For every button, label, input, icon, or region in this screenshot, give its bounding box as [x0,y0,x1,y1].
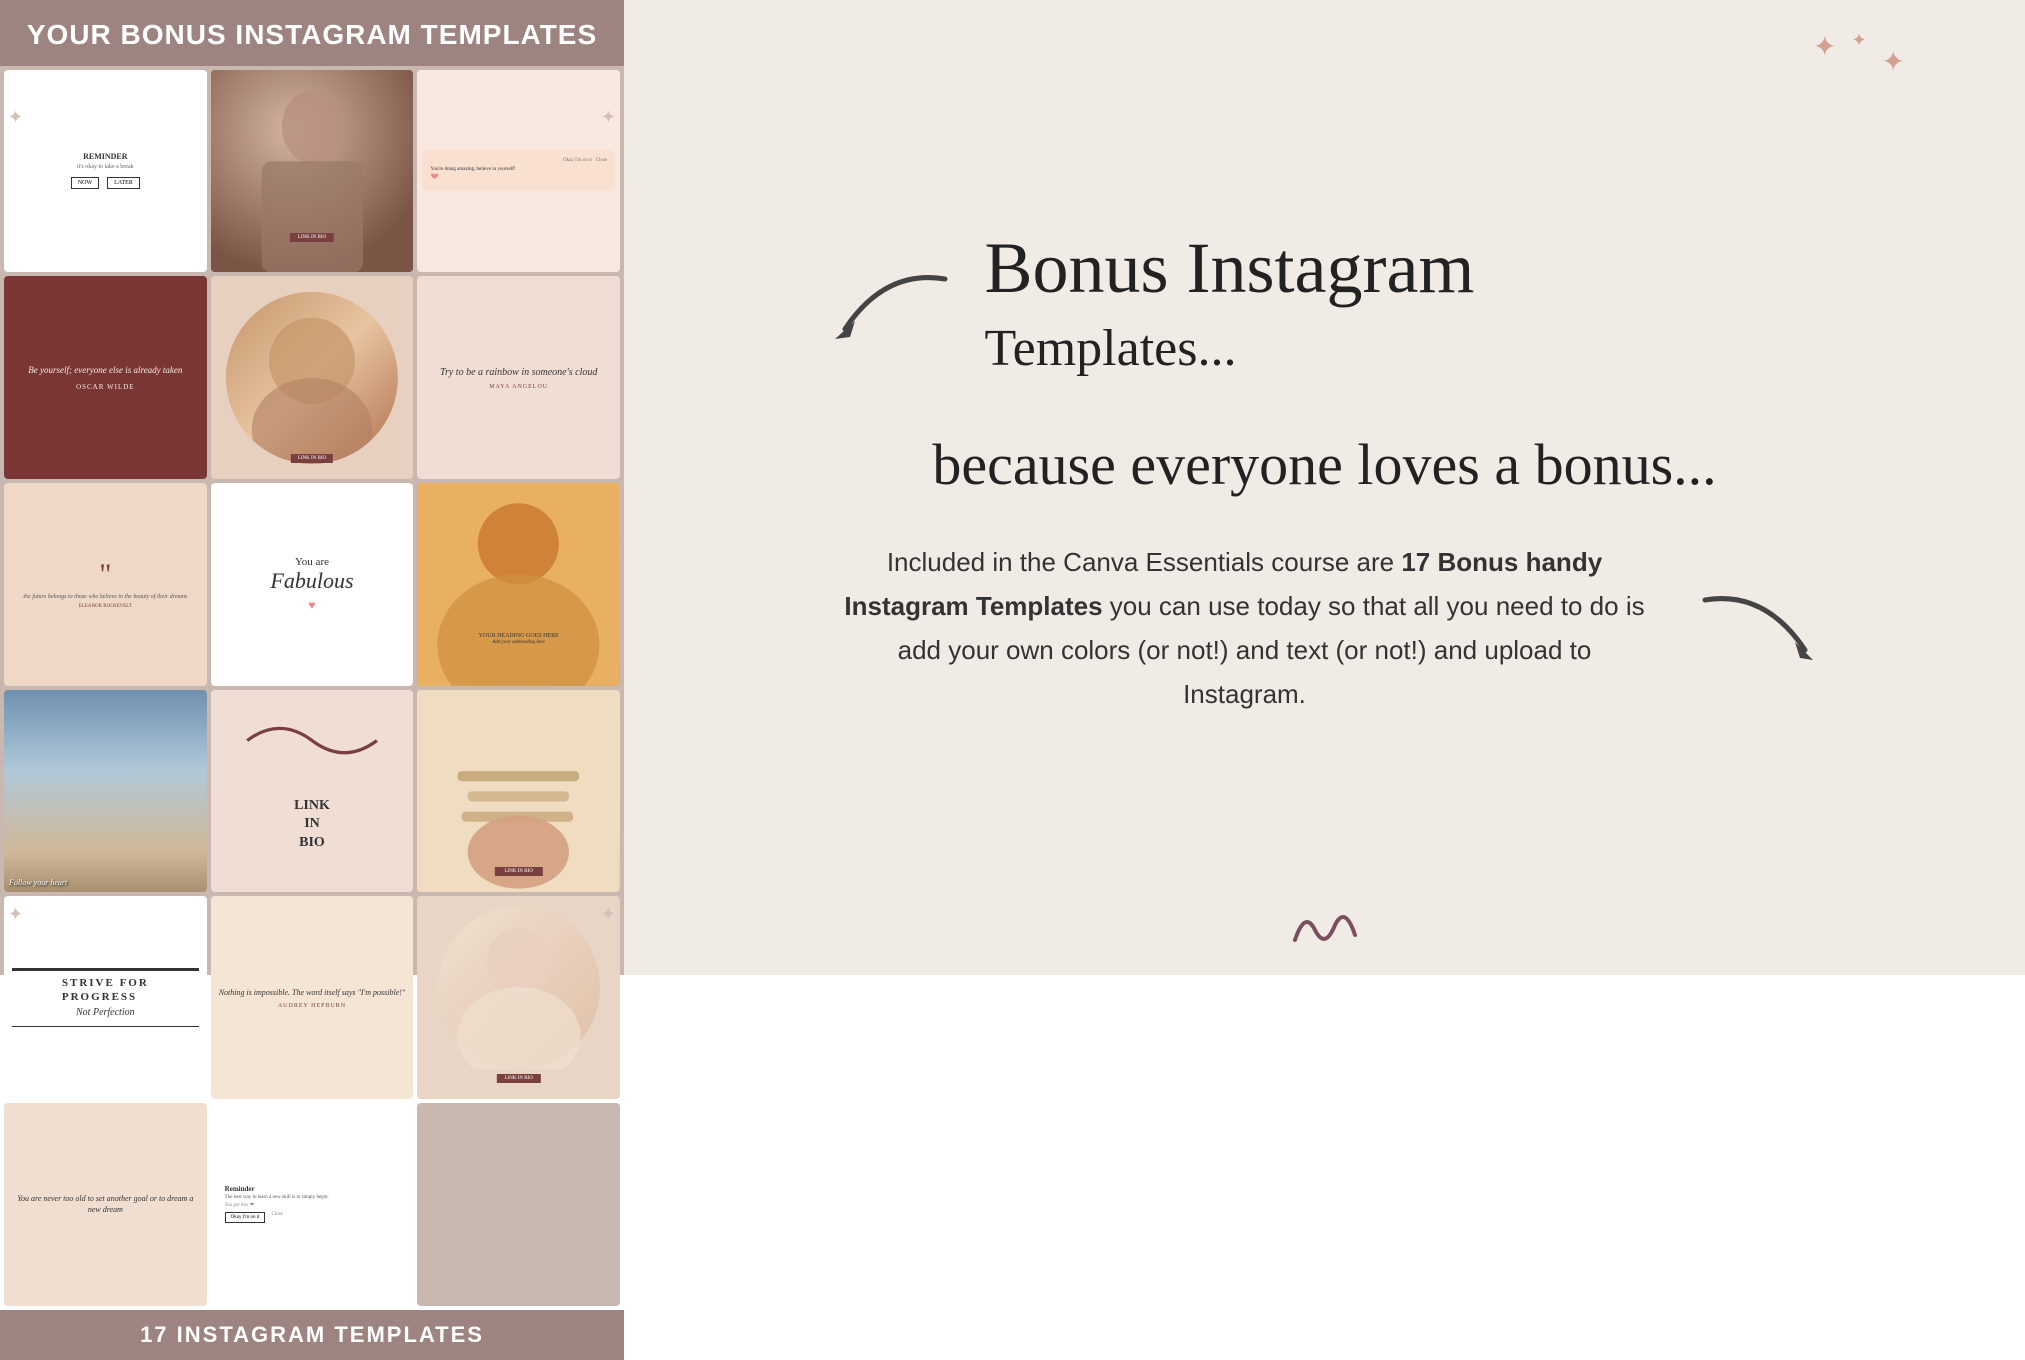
script-title-line2: Templates... [985,318,1825,380]
template-card-quotemark: " the future belongs to those who believ… [4,483,207,686]
template-card-books: LINK IN BIO [417,690,620,893]
sparkle-icon-3: ✦ [1882,45,1905,79]
left-panel: YOUR BONUS INSTAGRAM TEMPLATES REMINDER … [0,0,624,975]
star-decoration-4: ✦ [601,905,616,923]
arrow-bottom [1695,580,1825,685]
right-content: Bonus Instagram Templates... because eve… [825,229,1825,747]
bottom-icon [1285,900,1365,955]
body-text: Included in the Canva Essentials course … [835,540,1655,717]
left-header: YOUR BONUS INSTAGRAM TEMPLATES [0,0,624,66]
body-arrow-section: Included in the Canva Essentials course … [825,540,1825,717]
sparkle-icon-2: ✦ [1851,30,1866,79]
template-card-okay-close: Okay I'm on it Close You're doing amazin… [417,70,620,273]
arrow-top [825,259,955,364]
script-bonus-text: because everyone loves a bonus... [825,430,1825,500]
template-card-quote-wilde: Be yourself; everyone else is already ta… [4,276,207,479]
sparkle-decorations: ✦ ✦ ✦ [1813,30,1905,79]
star-decoration-2: ✦ [601,108,616,126]
template-card-circle-woman: LINK IN BIO [211,276,414,479]
template-card-never-old: You are never too old to set another goa… [4,1103,207,1306]
script-title-line1: Bonus Instagram [985,229,1825,308]
left-footer: 17 INSTAGRAM TEMPLATES [0,1310,624,1360]
template-card-link-bio-big: LINKINBIO [211,690,414,893]
star-decoration-1: ✦ [8,108,23,126]
title-arrow-section: Bonus Instagram Templates... [825,229,1825,411]
template-card-landscape: Follow your heart [4,690,207,893]
template-card-woman-circle: LINK IN BIO [417,896,620,1099]
titles-block: Bonus Instagram Templates... [985,229,1825,411]
template-card-woman-yellow: YOUR HEADING GOES HEREAdd your subheadin… [417,483,620,686]
template-card-impossible: Nothing is impossible. The word itself s… [211,896,414,1099]
template-card-strive: STRIVE FORPROGRESS Not Perfection [4,896,207,1099]
sparkle-icon-1: ✦ [1813,30,1836,79]
template-card-fabulous: You are Fabulous ♥ [211,483,414,686]
templates-grid: REMINDER it's okay to take a break NOW L… [0,66,624,1310]
star-decoration-3: ✦ [8,905,23,923]
right-panel: ✦ ✦ ✦ Bonus Instagram Templates... [624,0,2025,975]
template-card-rainbow: Try to be a rainbow in someone's cloud M… [417,276,620,479]
template-card-photo-woman: LINK IN BIO [211,70,414,273]
template-card-reminder2: Reminder The best way to learn a new ski… [211,1103,414,1306]
template-card-empty [417,1103,620,1306]
template-card-reminder: REMINDER it's okay to take a break NOW L… [4,70,207,273]
